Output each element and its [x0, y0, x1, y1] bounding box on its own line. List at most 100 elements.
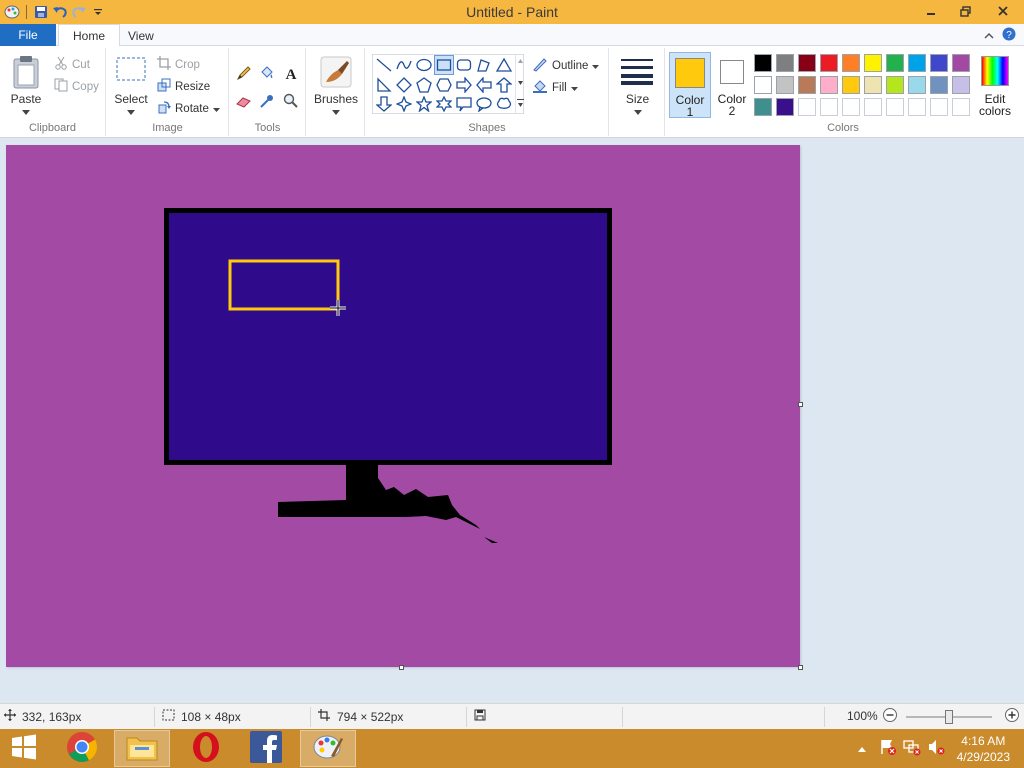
palette-color-swatch[interactable] — [864, 76, 882, 94]
left-arrow-shape-icon[interactable] — [475, 76, 493, 94]
zoom-out-button[interactable] — [882, 707, 898, 723]
collapse-ribbon-icon[interactable] — [984, 29, 994, 43]
taskbar-clock[interactable]: 4:16 AM 4/29/2023 — [957, 733, 1010, 765]
triangle-shape-icon[interactable] — [495, 56, 513, 74]
taskbar-file-explorer[interactable] — [114, 730, 170, 767]
palette-color-swatch[interactable] — [908, 76, 926, 94]
oval-shape-icon[interactable] — [415, 56, 433, 74]
palette-empty-swatch[interactable] — [886, 98, 904, 116]
palette-color-swatch[interactable] — [842, 76, 860, 94]
zoom-in-button[interactable] — [1004, 707, 1020, 723]
tab-file[interactable]: File — [0, 24, 56, 46]
palette-color-swatch[interactable] — [754, 54, 772, 72]
resize-handle-bottom[interactable] — [399, 665, 404, 670]
rounded-rectangle-shape-icon[interactable] — [455, 56, 473, 74]
palette-color-swatch[interactable] — [842, 54, 860, 72]
palette-empty-swatch[interactable] — [820, 98, 838, 116]
diamond-shape-icon[interactable] — [395, 76, 413, 94]
right-arrow-shape-icon[interactable] — [455, 76, 473, 94]
resize-handle-right[interactable] — [798, 402, 803, 407]
size-dropdown-icon[interactable] — [610, 104, 665, 118]
select-dropdown-icon[interactable] — [109, 104, 153, 118]
palette-color-swatch[interactable] — [776, 54, 794, 72]
size-icon[interactable] — [619, 56, 655, 86]
taskbar-facebook[interactable] — [238, 730, 294, 767]
copy-button[interactable]: Copy — [54, 78, 99, 95]
brushes-icon[interactable] — [319, 55, 353, 89]
paste-icon[interactable] — [10, 54, 42, 90]
magnifier-icon[interactable] — [281, 91, 301, 111]
palette-color-swatch[interactable] — [776, 98, 794, 116]
right-triangle-shape-icon[interactable] — [375, 76, 393, 94]
fill-button[interactable]: Fill — [532, 78, 578, 97]
action-center-flag-icon[interactable] — [879, 738, 897, 759]
color-picker-icon[interactable] — [257, 91, 277, 111]
taskbar-chrome[interactable] — [54, 730, 110, 767]
five-point-star-shape-icon[interactable] — [415, 95, 433, 113]
network-icon[interactable] — [902, 738, 921, 759]
volume-muted-icon[interactable] — [927, 738, 945, 759]
tab-view[interactable]: View — [114, 24, 168, 47]
restore-button[interactable] — [948, 0, 982, 22]
rect-callout-shape-icon[interactable] — [455, 95, 473, 113]
paste-dropdown-icon[interactable] — [6, 104, 46, 118]
outline-button[interactable]: Outline — [532, 56, 600, 75]
curve-shape-icon[interactable] — [395, 56, 413, 74]
palette-color-swatch[interactable] — [820, 76, 838, 94]
palette-color-swatch[interactable] — [930, 76, 948, 94]
palette-color-swatch[interactable] — [820, 54, 838, 72]
down-arrow-shape-icon[interactable] — [375, 95, 393, 113]
text-tool-icon[interactable]: A — [281, 63, 301, 83]
palette-color-swatch[interactable] — [930, 54, 948, 72]
palette-color-swatch[interactable] — [776, 76, 794, 94]
color1-button[interactable]: Color 1 — [669, 52, 711, 119]
crop-button[interactable]: Crop — [157, 56, 200, 73]
rotate-button[interactable]: Rotate — [157, 100, 220, 117]
oval-callout-shape-icon[interactable] — [475, 95, 493, 113]
color2-button[interactable]: Color 2 — [714, 52, 754, 118]
palette-color-swatch[interactable] — [798, 54, 816, 72]
polygon-shape-icon[interactable] — [475, 56, 493, 74]
tab-home[interactable]: Home — [58, 24, 121, 47]
zoom-slider-thumb[interactable] — [945, 710, 953, 724]
pencil-icon[interactable] — [234, 63, 254, 83]
palette-empty-swatch[interactable] — [842, 98, 860, 116]
edit-colors-button[interactable]: Edit colors — [976, 52, 1018, 118]
brushes-dropdown-icon[interactable] — [307, 104, 365, 118]
hexagon-shape-icon[interactable] — [435, 76, 453, 94]
six-point-star-shape-icon[interactable] — [435, 95, 453, 113]
palette-empty-swatch[interactable] — [952, 98, 970, 116]
shapes-scrollbar[interactable] — [515, 55, 524, 113]
resize-handle-corner[interactable] — [798, 665, 803, 670]
rectangle-shape-icon[interactable] — [434, 55, 454, 75]
line-shape-icon[interactable] — [375, 56, 393, 74]
palette-color-swatch[interactable] — [754, 76, 772, 94]
palette-color-swatch[interactable] — [886, 54, 904, 72]
help-icon[interactable]: ? — [1002, 27, 1016, 44]
cloud-callout-shape-icon[interactable] — [495, 95, 513, 113]
fill-bucket-icon[interactable] — [257, 63, 277, 83]
pentagon-shape-icon[interactable] — [415, 76, 433, 94]
palette-empty-swatch[interactable] — [798, 98, 816, 116]
eraser-icon[interactable] — [234, 91, 254, 111]
resize-button[interactable]: Resize — [157, 78, 210, 95]
cut-button[interactable]: Cut — [54, 56, 90, 73]
palette-color-swatch[interactable] — [952, 54, 970, 72]
palette-color-swatch[interactable] — [864, 54, 882, 72]
palette-color-swatch[interactable] — [886, 76, 904, 94]
close-button[interactable] — [982, 0, 1024, 22]
palette-color-swatch[interactable] — [952, 76, 970, 94]
show-hidden-icons-icon[interactable] — [857, 742, 867, 756]
up-arrow-shape-icon[interactable] — [495, 76, 513, 94]
minimize-button[interactable] — [914, 0, 948, 22]
palette-color-swatch[interactable] — [798, 76, 816, 94]
palette-empty-swatch[interactable] — [908, 98, 926, 116]
taskbar-opera[interactable] — [178, 730, 234, 767]
select-icon[interactable] — [115, 56, 147, 82]
start-button[interactable] — [0, 730, 48, 767]
palette-empty-swatch[interactable] — [864, 98, 882, 116]
drawing-canvas[interactable] — [6, 145, 800, 667]
four-point-star-shape-icon[interactable] — [395, 95, 413, 113]
taskbar-paint[interactable] — [300, 730, 356, 767]
palette-color-swatch[interactable] — [908, 54, 926, 72]
